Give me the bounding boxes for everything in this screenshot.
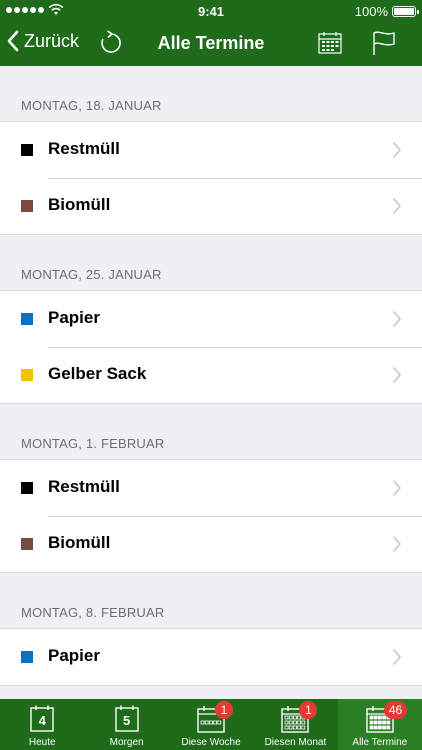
chevron-right-icon (393, 536, 401, 552)
color-swatch (21, 651, 33, 663)
calendar-week-icon: 1 (196, 701, 234, 734)
calendar-icon (318, 32, 342, 54)
list-item-label: Restmüll (48, 139, 120, 158)
section-date: MONTAG, 25. JANUAR (21, 267, 162, 282)
battery-group: 100% (354, 4, 419, 19)
list-item[interactable]: Biomüll (0, 178, 422, 234)
chevron-right-icon (393, 311, 401, 327)
tab-label: Heute (28, 737, 56, 748)
chevron-right-icon (393, 649, 401, 665)
calendar-month-icon: 1 (280, 701, 318, 734)
section-header: MONTAG, 8. FEBRUAR (0, 573, 422, 628)
section-group: Papier Gelber Sack (0, 290, 422, 404)
calendar-day-icon: 5 (112, 704, 142, 734)
chevron-left-icon (7, 30, 19, 52)
list-item[interactable]: Papier (0, 629, 422, 685)
chevron-right-icon (393, 480, 401, 496)
list-item-label: Biomüll (48, 533, 111, 552)
flag-icon (373, 31, 395, 55)
section-group: Restmüll Biomüll (0, 121, 422, 235)
tab-morgen[interactable]: 5 Morgen (84, 699, 168, 750)
back-button[interactable]: Zurück (6, 30, 79, 52)
section-header: MONTAG, 25. JANUAR (0, 235, 422, 290)
tab-label: Alle Termine (352, 737, 408, 748)
list-item[interactable]: Restmüll (0, 460, 422, 516)
battery-icon (392, 6, 419, 17)
section-header: MONTAG, 1. FEBRUAR (0, 404, 422, 459)
chevron-right-icon (393, 142, 401, 158)
section-date: MONTAG, 8. FEBRUAR (21, 605, 165, 620)
section-date: MONTAG, 18. JANUAR (21, 98, 162, 113)
tab-day-number: 4 (38, 713, 46, 728)
list-item-label: Papier (48, 646, 100, 665)
color-swatch (21, 144, 33, 156)
list-item[interactable]: Restmüll (0, 122, 422, 178)
section-date: MONTAG, 1. FEBRUAR (21, 436, 165, 451)
list-item[interactable]: Biomüll (0, 516, 422, 572)
tab-label: Diese Woche (181, 737, 241, 748)
tab-alle-termine[interactable]: 46 Alle Termine (337, 699, 422, 750)
back-button-label: Zurück (24, 30, 80, 51)
calendar-button[interactable] (318, 31, 342, 55)
refresh-button[interactable] (98, 30, 122, 56)
navigation-bar: Zurück Alle Termine (0, 22, 422, 66)
chevron-right-icon (393, 198, 401, 214)
tab-heute[interactable]: 4 Heute (0, 699, 84, 750)
notification-badge: 46 (383, 701, 408, 719)
color-swatch (21, 538, 33, 550)
list-item-label: Papier (48, 308, 100, 327)
list-item-label: Gelber Sack (48, 364, 147, 383)
refresh-icon (101, 30, 121, 53)
battery-percent: 100% (354, 4, 388, 19)
color-swatch (21, 369, 33, 381)
app-screen: 9:41 100% Zurück Alle Termine MONTAG, 18… (0, 0, 422, 750)
section-group: Papier (0, 628, 422, 686)
top-bar: 9:41 100% Zurück Alle Termine (0, 0, 422, 66)
calendar-all-icon: 46 (365, 701, 408, 734)
notification-badge: 1 (215, 701, 234, 719)
notification-badge: 1 (299, 701, 318, 719)
tab-diese-woche[interactable]: 1 Diese Woche (169, 699, 253, 750)
tab-diesen-monat[interactable]: 1 Diesen Monat (253, 699, 337, 750)
chevron-right-icon (393, 367, 401, 383)
tab-label: Morgen (109, 737, 144, 748)
color-swatch (21, 313, 33, 325)
list-item-label: Biomüll (48, 195, 111, 214)
color-swatch (21, 200, 33, 212)
status-bar: 9:41 100% (0, 0, 422, 22)
list-item[interactable]: Papier (0, 291, 422, 347)
list-item[interactable]: Gelber Sack (0, 347, 422, 403)
calendar-day-icon: 4 (27, 704, 57, 734)
appointment-list[interactable]: MONTAG, 18. JANUAR Restmüll Biomüll MONTAG,… (0, 66, 422, 699)
tab-day-number: 5 (122, 713, 131, 728)
color-swatch (21, 482, 33, 494)
flag-button[interactable] (372, 30, 396, 56)
section-group: Restmüll Biomüll (0, 459, 422, 573)
section-header: MONTAG, 18. JANUAR (0, 66, 422, 121)
tab-label: Diesen Monat (264, 737, 327, 748)
list-item-label: Restmüll (48, 477, 120, 496)
tab-bar: 4 Heute 5 Morgen 1 Diese Woche 1 Diesen Monat 46… (0, 699, 422, 750)
